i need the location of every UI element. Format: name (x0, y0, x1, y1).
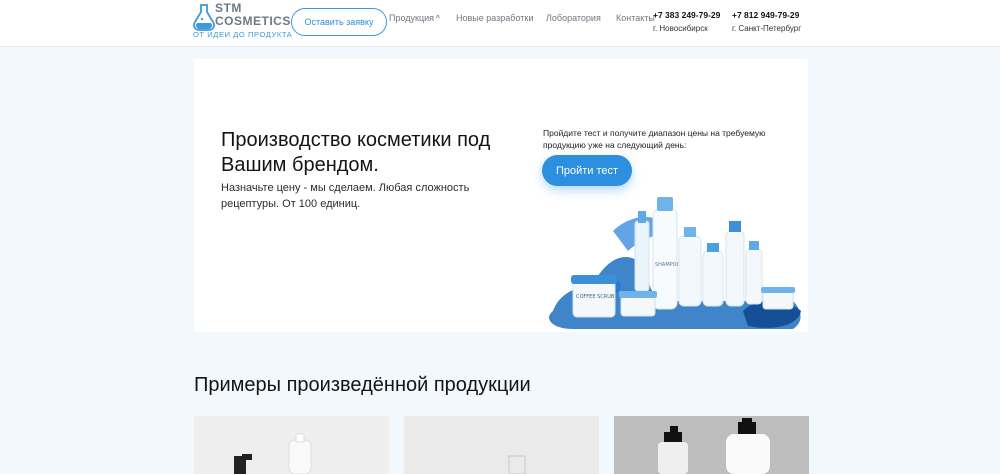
hero-section: Производство косметики под Вашим брендом… (194, 59, 808, 332)
examples-title: Примеры произведённой продукции (194, 374, 531, 396)
nav-new-developments[interactable]: Новые разработки (456, 13, 533, 23)
logo[interactable]: STM COSMETICS ОТ ИДЕИ ДО ПРОДУКТА (193, 1, 293, 41)
site-header: STM COSMETICS ОТ ИДЕИ ДО ПРОДУКТА Остави… (0, 0, 1000, 47)
hero-title: Производство косметики под Вашим брендом… (221, 129, 491, 176)
coffee-scrub-label: COFFEE SCRUB (576, 294, 615, 300)
nav-products-label: Продукция (389, 13, 435, 23)
product-card[interactable] (404, 416, 599, 474)
product-photo (508, 455, 526, 474)
phone-novosibirsk[interactable]: +7 383 249-79-29 (653, 10, 720, 20)
product-photo (234, 433, 312, 474)
product-photo (658, 418, 770, 474)
product-card[interactable] (614, 416, 809, 474)
flask-icon (193, 4, 215, 31)
test-description: Пройдите тест и получите диапазон цены н… (543, 128, 766, 150)
products-image: SHAMPOO COFFEE SCRUB (549, 197, 801, 329)
nav-contacts[interactable]: Контакты (616, 13, 655, 23)
take-test-button[interactable]: Пройти тест (542, 155, 632, 186)
city-spb: г. Санкт-Петербург (732, 24, 802, 33)
phone-spb[interactable]: +7 812 949-79-29 (732, 10, 799, 20)
product-card[interactable] (194, 416, 389, 474)
city-novosibirsk: г. Новосибирск (653, 24, 708, 33)
leave-request-button[interactable]: Оставить заявку (291, 8, 387, 36)
logo-tagline: ОТ ИДЕИ ДО ПРОДУКТА (193, 30, 293, 39)
hero-subtitle: Назначьте цену - мы сделаем. Любая сложн… (221, 182, 470, 210)
logo-line2: COSMETICS (215, 14, 291, 28)
chevron-up-icon: ^ (436, 14, 440, 23)
nav-laboratory[interactable]: Лоборатория (546, 13, 601, 23)
shampoo-label: SHAMPOO (655, 262, 681, 268)
nav-products[interactable]: Продукция ^ (389, 13, 440, 23)
